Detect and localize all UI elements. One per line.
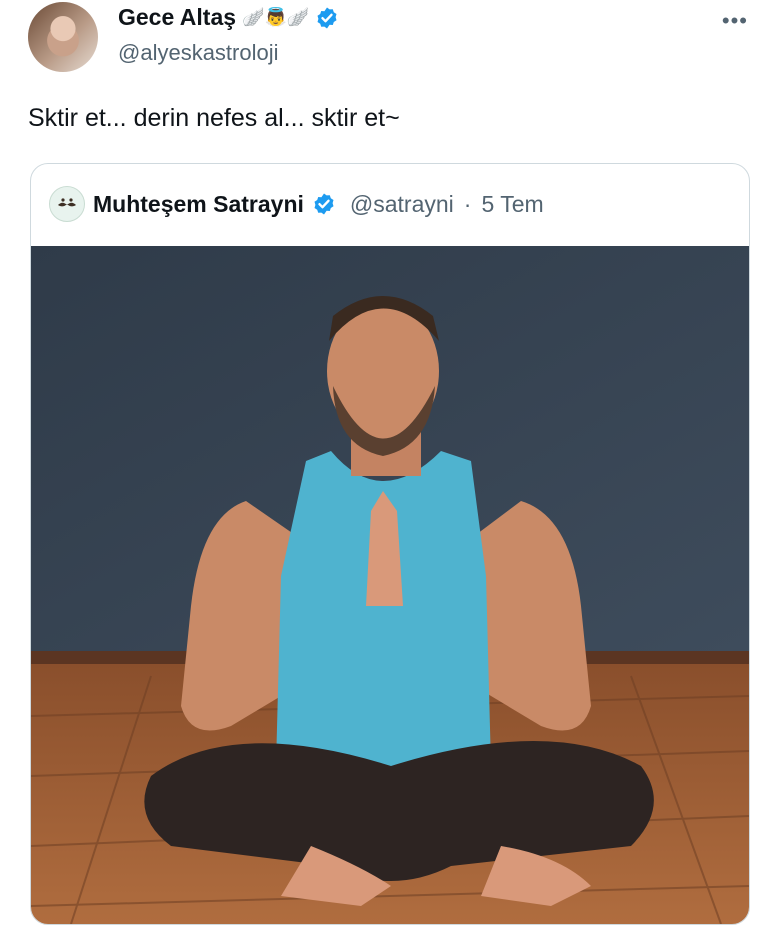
author-avatar[interactable] [28,2,98,72]
quoted-display-name[interactable]: Muhteşem Satrayni [93,191,304,218]
mustache-icon [58,198,76,207]
quoted-photo[interactable] [31,246,749,924]
quoted-handle[interactable]: @satrayni [350,191,454,218]
more-options-icon[interactable]: ••• [722,8,748,34]
author-name-row[interactable]: Gece Altaş 🪽👼🪽 [118,4,339,31]
author-handle[interactable]: @alyeskastroloji [118,40,279,66]
verified-badge-icon [317,7,337,28]
name-emoji: 🪽👼🪽 [242,7,310,27]
quoted-verified-badge-icon [314,193,334,215]
author-display-name[interactable]: Gece Altaş [118,4,236,31]
quoted-author-avatar[interactable] [49,186,85,222]
tweet-text: Sktir et... derin nefes al... sktir et~ [28,104,400,132]
meta-separator: · [463,190,472,217]
quoted-tweet-header: Muhteşem Satrayni @satrayni · 5 Tem [49,186,544,222]
quoted-date[interactable]: 5 Tem [481,191,543,218]
quoted-tweet[interactable]: Muhteşem Satrayni @satrayni · 5 Tem [30,163,750,925]
